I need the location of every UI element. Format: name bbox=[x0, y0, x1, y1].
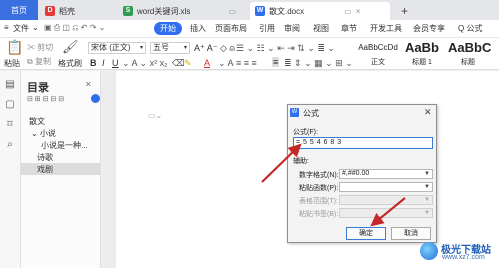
watermark: 极光下载站 www.xz7.com bbox=[420, 240, 498, 266]
arrow-to-ok-button bbox=[370, 197, 406, 227]
arrow-to-formula-input bbox=[261, 143, 302, 183]
watermark-url: www.xz7.com bbox=[442, 254, 485, 261]
watermark-logo-icon bbox=[420, 242, 438, 260]
annotation-arrows bbox=[261, 143, 406, 227]
